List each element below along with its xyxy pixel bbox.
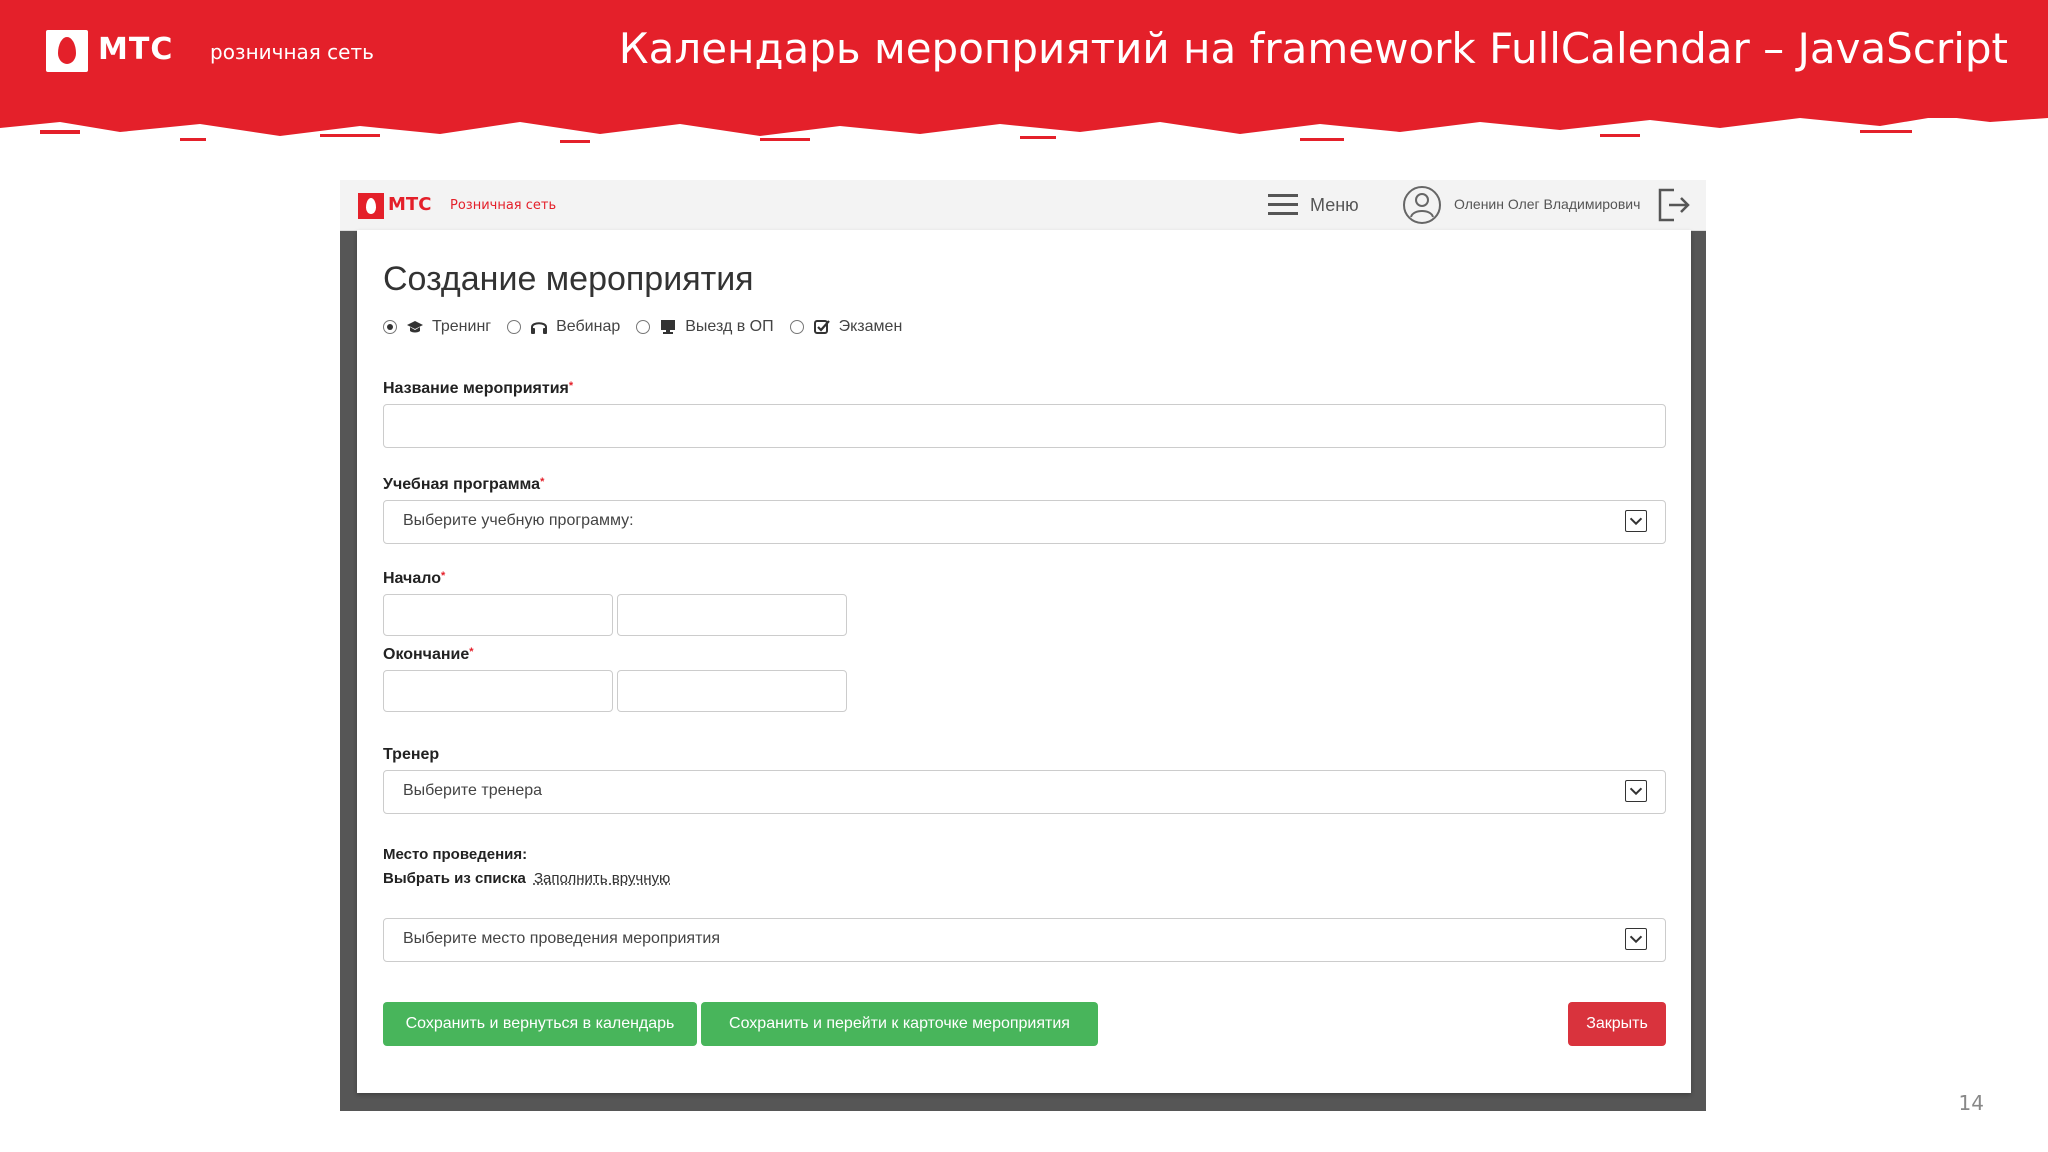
- type-option-visit[interactable]: Выезд в ОП: [636, 318, 774, 336]
- program-select[interactable]: Выберите учебную программу:: [383, 500, 1666, 544]
- desktop-icon: [661, 320, 676, 334]
- radio-exam[interactable]: [789, 320, 804, 334]
- menu-button[interactable]: Меню: [1268, 190, 1359, 220]
- trainer-select[interactable]: Выберите тренера: [383, 770, 1666, 814]
- graduation-cap-icon: [407, 321, 423, 333]
- start-time-input[interactable]: [617, 594, 847, 636]
- event-name-label: Название мероприятия*: [383, 380, 574, 397]
- slide-subbrand: розничная сеть: [210, 40, 374, 64]
- app-logo-icon[interactable]: [358, 193, 384, 219]
- type-option-training[interactable]: Тренинг: [383, 318, 491, 336]
- event-type-group: Тренинг Вебинар Выезд в ОП Экзамен: [383, 318, 918, 336]
- app-brand[interactable]: МТС: [388, 194, 431, 215]
- headphones-icon: [531, 322, 548, 334]
- app-window: МТС Розничная сеть Меню Оленин Олег Влад…: [340, 180, 1706, 1111]
- logout-icon[interactable]: [1656, 186, 1692, 224]
- type-option-exam[interactable]: Экзамен: [789, 318, 903, 336]
- user-avatar-icon[interactable]: [1402, 185, 1442, 225]
- start-label: Начало*: [383, 570, 446, 587]
- check-square-icon: [813, 320, 830, 334]
- radio-webinar[interactable]: [507, 320, 522, 334]
- hamburger-icon: [1268, 194, 1298, 216]
- type-label-visit: Выезд в ОП: [685, 318, 774, 335]
- program-label: Учебная программа*: [383, 476, 545, 493]
- page-number: 14: [1958, 1091, 1984, 1115]
- type-label-training: Тренинг: [432, 318, 492, 335]
- type-label-exam: Экзамен: [838, 318, 903, 335]
- location-select-mode[interactable]: Выбрать из списка: [383, 870, 526, 887]
- user-name[interactable]: Оленин Олег Владимирович: [1454, 196, 1640, 212]
- end-date-input[interactable]: [383, 670, 613, 712]
- trainer-select-value: Выберите тренера: [403, 782, 543, 799]
- end-label: Окончание*: [383, 646, 474, 663]
- close-button[interactable]: Закрыть: [1568, 1002, 1666, 1046]
- radio-training[interactable]: [383, 320, 397, 334]
- event-name-input[interactable]: [383, 404, 1666, 448]
- save-open-card-button[interactable]: Сохранить и перейти к карточке мероприят…: [701, 1002, 1098, 1046]
- slide-brand: МТС: [98, 32, 174, 67]
- brush-edge-decoration: [0, 104, 2048, 143]
- radio-visit[interactable]: [636, 320, 651, 334]
- app-topbar: МТС Розничная сеть Меню Оленин Олег Влад…: [340, 180, 1706, 231]
- mts-logo-icon: [46, 30, 88, 72]
- slide-title: Календарь мероприятий на framework FullC…: [618, 24, 2008, 73]
- form-title: Создание мероприятия: [383, 260, 754, 298]
- chevron-down-icon: [1625, 928, 1647, 950]
- chevron-down-icon: [1625, 510, 1647, 532]
- location-manual-link[interactable]: Заполнить вручную: [534, 870, 670, 887]
- location-select[interactable]: Выберите место проведения мероприятия: [383, 918, 1666, 962]
- chevron-down-icon: [1625, 780, 1647, 802]
- type-option-webinar[interactable]: Вебинар: [507, 318, 620, 336]
- trainer-label: Тренер: [383, 746, 440, 763]
- save-return-button[interactable]: Сохранить и вернуться в календарь: [383, 1002, 697, 1046]
- type-label-webinar: Вебинар: [556, 318, 621, 335]
- program-select-value: Выберите учебную программу:: [403, 512, 634, 529]
- location-label: Место проведения:: [383, 846, 528, 863]
- start-date-input[interactable]: [383, 594, 613, 636]
- menu-label: Меню: [1310, 194, 1359, 215]
- end-time-input[interactable]: [617, 670, 847, 712]
- slide-header: МТС розничная сеть Календарь мероприятий…: [0, 0, 2048, 118]
- event-form: Создание мероприятия Тренинг Вебинар Вые…: [357, 230, 1691, 1093]
- location-select-value: Выберите место проведения мероприятия: [403, 930, 721, 947]
- app-subbrand: Розничная сеть: [450, 198, 557, 213]
- location-mode-row: Выбрать из списка Заполнить вручную: [383, 870, 670, 887]
